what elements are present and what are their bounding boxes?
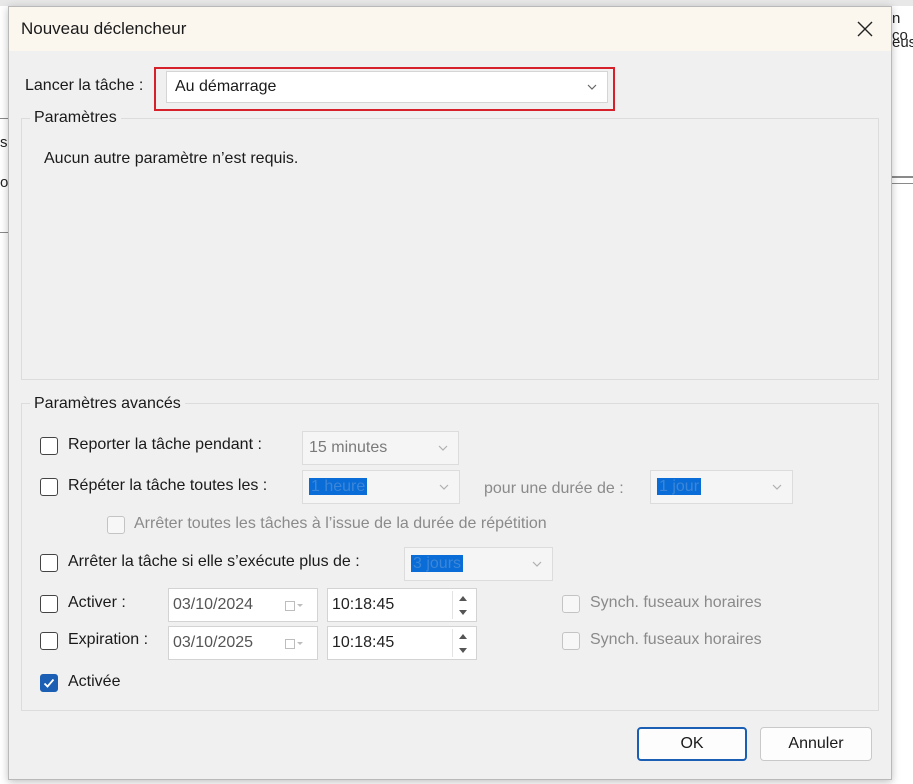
background-text: s: [0, 134, 8, 151]
activate-time-value: 10:18:45: [332, 596, 395, 613]
chevron-down-icon: [532, 561, 542, 567]
spin-down-icon[interactable]: [453, 643, 473, 657]
close-icon: [857, 21, 873, 37]
spin-up-icon[interactable]: [453, 591, 473, 605]
close-button[interactable]: [839, 7, 891, 51]
background-divider: [0, 118, 8, 119]
advanced-group-title: Paramètres avancés: [30, 395, 185, 413]
expiration-checkbox[interactable]: [40, 632, 58, 650]
expiration-sync-label: Synch. fuseaux horaires: [590, 631, 762, 648]
activate-sync-checkbox[interactable]: [562, 595, 580, 613]
delay-label: Reporter la tâche pendant :: [68, 436, 262, 453]
stop-if-checkbox[interactable]: [40, 554, 58, 572]
new-trigger-dialog: Nouveau déclencheur Lancer la tâche : Au…: [8, 6, 892, 780]
background-divider: [0, 232, 8, 233]
chevron-down-icon: [772, 484, 782, 490]
background-text: eus: [892, 34, 913, 51]
delay-select-value: 15 minutes: [309, 439, 388, 456]
chevron-down-icon: [439, 484, 449, 490]
activate-time-spinner[interactable]: [452, 591, 473, 619]
repeat-interval-select[interactable]: 1 heure: [302, 470, 460, 504]
repeat-interval-text: 1 heure: [309, 478, 368, 495]
repeat-duration-value: 1 jour: [657, 478, 702, 496]
enabled-label: Activée: [68, 673, 121, 690]
activate-date-value: 03/10/2024: [173, 596, 254, 613]
expiration-time-field[interactable]: 10:18:45: [327, 626, 477, 660]
expiration-date-field[interactable]: 03/10/2025: [168, 626, 318, 660]
stop-if-value: 3 jours: [411, 555, 464, 573]
activate-sync-label: Synch. fuseaux horaires: [590, 594, 762, 611]
chevron-down-icon: [438, 445, 448, 451]
highlight-frame: [154, 67, 615, 111]
activate-time-field[interactable]: 10:18:45: [327, 588, 477, 622]
stop-if-text: 3 jours: [411, 555, 464, 572]
repeat-duration-text: 1 jour: [657, 478, 702, 495]
stop-if-select[interactable]: 3 jours: [404, 547, 553, 581]
expiration-label: Expiration :: [68, 631, 149, 648]
dialog-title: Nouveau déclencheur: [21, 19, 187, 38]
settings-message: Aucun autre paramètre n’est requis.: [44, 150, 299, 167]
delay-checkbox[interactable]: [40, 437, 58, 455]
expiration-time-spinner[interactable]: [452, 629, 473, 657]
background-divider: [890, 183, 913, 184]
spin-down-icon[interactable]: [453, 605, 473, 619]
repeat-duration-select[interactable]: 1 jour: [650, 470, 793, 504]
activate-date-field[interactable]: 03/10/2024: [168, 588, 318, 622]
repeat-checkbox[interactable]: [40, 478, 58, 496]
delay-select[interactable]: 15 minutes: [302, 431, 459, 465]
stop-all-label: Arrêter toutes les tâches à l’issue de l…: [134, 515, 547, 532]
enabled-checkbox[interactable]: [40, 674, 58, 692]
checkmark-icon: [43, 678, 55, 688]
expiration-time-value: 10:18:45: [332, 634, 395, 651]
cancel-button[interactable]: Annuler: [760, 727, 872, 761]
launch-label: Lancer la tâche :: [25, 77, 144, 94]
settings-group-title: Paramètres: [30, 109, 121, 127]
repeat-label: Répéter la tâche toutes les :: [68, 477, 268, 494]
expiration-date-value: 03/10/2025: [173, 634, 254, 651]
ok-button[interactable]: OK: [637, 727, 747, 761]
background-divider: [890, 176, 913, 178]
stop-all-checkbox[interactable]: [107, 516, 125, 534]
expiration-sync-checkbox[interactable]: [562, 632, 580, 650]
calendar-dropdown-icon: [285, 601, 303, 611]
repeat-interval-value: 1 heure: [309, 478, 368, 496]
title-bar: Nouveau déclencheur: [9, 7, 891, 51]
spin-up-icon[interactable]: [453, 629, 473, 643]
duration-label: pour une durée de :: [484, 480, 624, 497]
stop-if-label: Arrêter la tâche si elle s’exécute plus …: [68, 553, 360, 570]
activate-checkbox[interactable]: [40, 595, 58, 613]
activate-label: Activer :: [68, 594, 126, 611]
calendar-dropdown-icon: [285, 639, 303, 649]
